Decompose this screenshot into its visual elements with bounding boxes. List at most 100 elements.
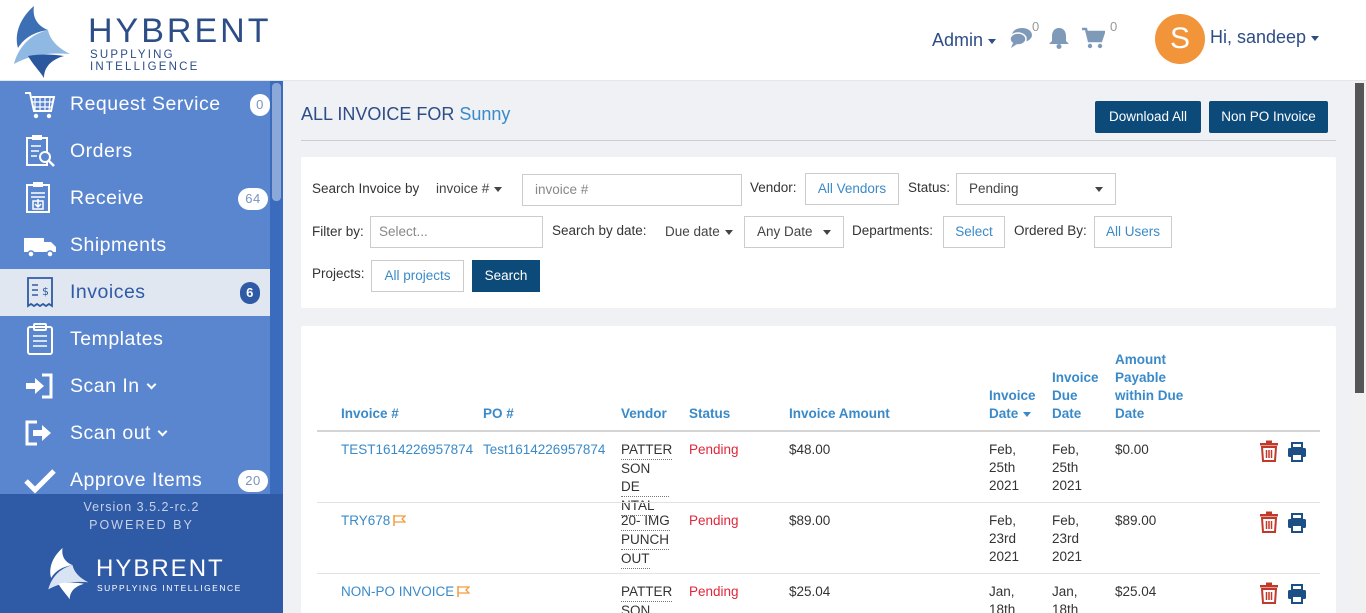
- sidebar-item-label: Orders: [70, 140, 133, 162]
- sidebar-item-receive[interactable]: Receive 64: [0, 175, 270, 222]
- avatar[interactable]: S: [1155, 14, 1205, 64]
- non-po-invoice-button[interactable]: Non PO Invoice: [1209, 101, 1328, 133]
- orders-clipboard-icon: [26, 135, 55, 167]
- vendor-cell: PATTERSON DE: [621, 583, 673, 613]
- status-select[interactable]: Pending: [956, 173, 1116, 205]
- checkmark-icon: [24, 469, 56, 494]
- filter-by-input[interactable]: Select...: [370, 216, 543, 248]
- bell-icon[interactable]: [1048, 27, 1070, 49]
- po-number-link[interactable]: Test1614226957874: [483, 441, 605, 459]
- sidebar-item-templates[interactable]: Templates: [0, 316, 270, 363]
- date-range-select[interactable]: Any Date: [744, 216, 844, 248]
- sidebar-item-request-service[interactable]: Request Service 0: [0, 81, 270, 128]
- receive-badge: 64: [238, 188, 268, 210]
- column-header-amount-payable[interactable]: Amount Payable within Due Date: [1115, 351, 1183, 423]
- vendor-select[interactable]: All Vendors: [805, 173, 899, 205]
- logo-wordmark: HYBRENT: [88, 12, 272, 50]
- trash-icon[interactable]: [1259, 511, 1279, 533]
- chat-icon[interactable]: [1009, 27, 1033, 49]
- column-header-invoice-date[interactable]: Invoice Date: [989, 387, 1036, 423]
- admin-dropdown[interactable]: Admin: [932, 30, 997, 51]
- print-icon[interactable]: [1287, 512, 1307, 534]
- page-title-vendor: Sunny: [459, 104, 511, 124]
- invoice-receipt-icon: $: [27, 277, 53, 308]
- cart-icon: [25, 92, 56, 119]
- date-type-dropdown[interactable]: Due date: [665, 224, 733, 239]
- sidebar-item-label: Scan out: [70, 422, 168, 445]
- chevron-down-icon: [146, 379, 157, 390]
- invoice-date-cell: Feb, 23rd 2021: [989, 513, 1020, 564]
- sidebar-item-orders[interactable]: Orders: [0, 128, 270, 175]
- print-icon[interactable]: [1287, 441, 1307, 463]
- status-cell: Pending: [689, 513, 739, 528]
- ordered-by-label: Ordered By:: [1014, 223, 1087, 238]
- invoice-number-link[interactable]: NON-PO INVOICE: [341, 583, 471, 601]
- sidebar-item-shipments[interactable]: Shipments: [0, 222, 270, 269]
- invoice-date-cell: Jan, 18th: [989, 584, 1016, 613]
- footer-logo-wordmark: HYBRENT: [96, 555, 225, 582]
- footer-logo: HYBRENT SUPPLYING INTELLIGENCE: [44, 543, 244, 603]
- amount-cell: $25.04: [789, 584, 831, 599]
- chevron-down-icon: [1095, 187, 1103, 192]
- payable-cell: $0.00: [1115, 442, 1149, 457]
- chevron-down-icon: [724, 229, 733, 235]
- powered-by-label: POWERED BY: [89, 518, 194, 532]
- sidebar-item-invoices[interactable]: $ Invoices 6: [0, 269, 270, 316]
- user-menu[interactable]: Hi, sandeep: [1210, 27, 1320, 48]
- invoice-number-link[interactable]: TRY678: [341, 512, 407, 530]
- sign-out-icon: [25, 420, 51, 446]
- vendor-cell: 20- IMG PUNCH OUT: [621, 512, 673, 569]
- column-header-invoice-amount[interactable]: Invoice Amount: [789, 405, 890, 423]
- amount-cell: $89.00: [789, 513, 831, 528]
- hybrent-logo[interactable]: HYBRENT SUPPLYING INTELLIGENCE: [8, 4, 288, 78]
- column-header-status[interactable]: Status: [689, 405, 730, 423]
- column-header-vendor[interactable]: Vendor: [621, 405, 667, 423]
- sidebar-item-scan-in[interactable]: Scan In: [0, 363, 270, 410]
- sidebar-item-label: Receive: [70, 187, 144, 209]
- approve-items-badge: 20: [238, 470, 268, 492]
- svg-text:$: $: [42, 285, 50, 298]
- chevron-down-icon: [494, 186, 503, 192]
- column-header-po-no[interactable]: PO #: [483, 405, 514, 423]
- column-header-invoice-no[interactable]: Invoice #: [341, 405, 399, 423]
- column-header-invoice-due-date[interactable]: Invoice Due Date: [1052, 369, 1099, 423]
- page-title-prefix: ALL INVOICE FOR: [301, 104, 455, 124]
- departments-select[interactable]: Select: [943, 216, 1005, 248]
- sidebar-item-label: Templates: [70, 328, 164, 350]
- status-cell: Pending: [689, 584, 739, 599]
- departments-label: Departments:: [852, 223, 934, 238]
- flag-icon: [393, 515, 407, 526]
- sidebar-scrollbar-thumb[interactable]: [272, 83, 281, 201]
- chevron-down-icon: [1311, 35, 1320, 41]
- invoice-table: Invoice # PO # Vendor Status Invoice Amo…: [301, 326, 1336, 613]
- cart-icon[interactable]: [1081, 27, 1105, 49]
- search-type-dropdown[interactable]: invoice #: [436, 181, 503, 196]
- logo-tagline: SUPPLYING INTELLIGENCE: [90, 49, 200, 73]
- due-date-cell: Feb, 23rd 2021: [1052, 513, 1083, 564]
- amount-cell: $48.00: [789, 442, 831, 457]
- sign-in-icon: [26, 373, 53, 399]
- download-all-button[interactable]: Download All: [1095, 101, 1201, 133]
- trash-icon[interactable]: [1259, 582, 1279, 604]
- sidebar: Request Service 0 Orders Receive 64 Ship…: [0, 81, 283, 613]
- sidebar-item-approve-items[interactable]: Approve Items 20: [0, 457, 270, 494]
- search-invoice-by-label: Search Invoice by: [312, 181, 420, 196]
- sidebar-item-label: Approve Items: [70, 469, 203, 491]
- ordered-by-select[interactable]: All Users: [1094, 216, 1172, 248]
- projects-select[interactable]: All projects: [371, 260, 464, 292]
- invoice-number-link[interactable]: TEST1614226957874: [341, 441, 473, 459]
- row-divider: [317, 502, 1320, 503]
- sidebar-item-scan-out[interactable]: Scan out: [0, 410, 270, 457]
- search-button[interactable]: Search: [472, 260, 540, 292]
- trash-icon[interactable]: [1259, 440, 1279, 462]
- page-scrollbar-thumb[interactable]: [1355, 83, 1364, 393]
- print-icon[interactable]: [1287, 583, 1307, 605]
- sidebar-item-label: Scan In: [70, 375, 157, 398]
- due-date-cell: Feb, 25th 2021: [1052, 442, 1083, 493]
- payable-cell: $89.00: [1115, 513, 1157, 528]
- due-date-cell: Jan, 18th: [1052, 584, 1079, 613]
- vendor-cell: PATTER SON DE NTAL: [621, 441, 673, 516]
- status-label: Status:: [908, 180, 951, 195]
- invoice-number-input[interactable]: invoice #: [522, 174, 742, 206]
- invoices-badge: 6: [240, 282, 260, 304]
